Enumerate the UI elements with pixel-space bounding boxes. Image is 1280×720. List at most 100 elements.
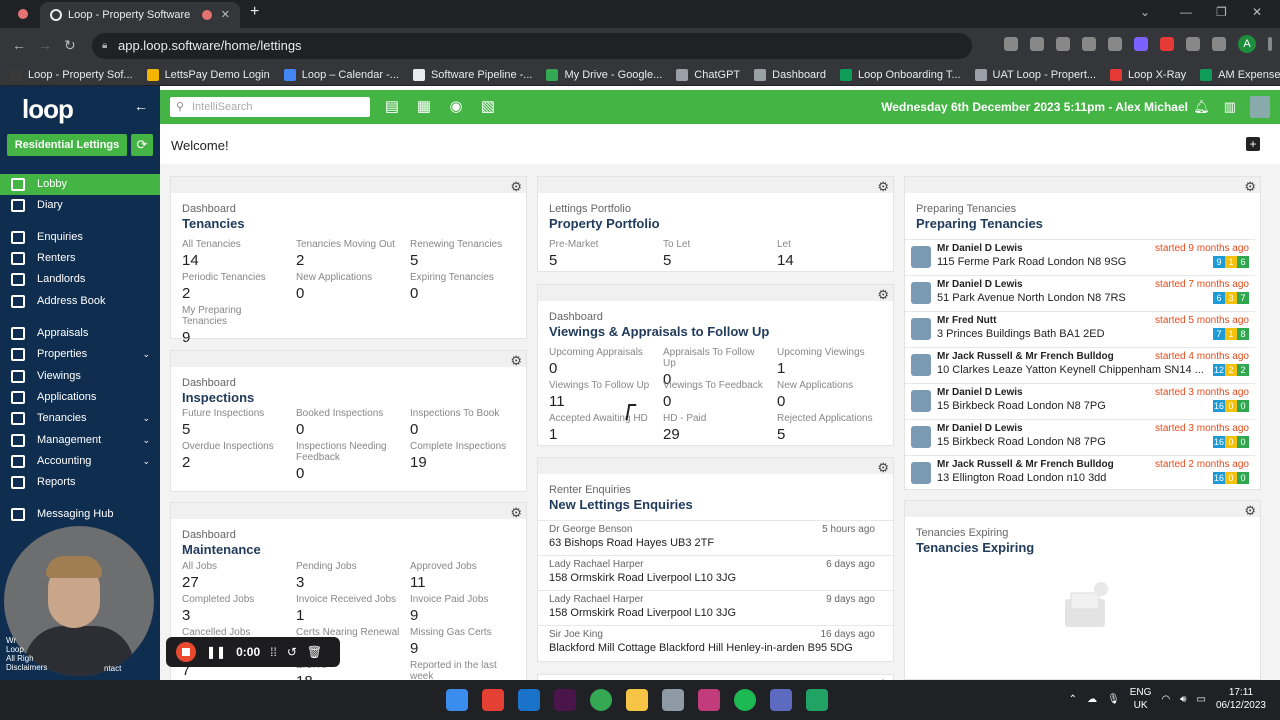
stat-item[interactable]: All Tenancies 14 xyxy=(182,239,286,269)
enquiry-row[interactable]: Lady Rachael Harper 158 Ormskirk Road Liv… xyxy=(538,555,893,589)
bookmark-item[interactable]: Loop - Property Sof... xyxy=(10,68,133,81)
sidebar-item-enquiries[interactable]: Enquiries xyxy=(0,227,160,248)
windows-start-icon[interactable] xyxy=(446,689,468,711)
app-icon[interactable] xyxy=(698,689,720,711)
minimize-icon[interactable]: — xyxy=(1180,5,1192,19)
spotify-icon[interactable] xyxy=(734,689,756,711)
sidebar-item-applications[interactable]: Applications xyxy=(0,387,160,408)
tab-search-icon[interactable]: ⌄ xyxy=(1140,5,1150,19)
battery-icon[interactable]: ▭ xyxy=(1196,694,1205,705)
reload-icon[interactable]: ↻ xyxy=(64,37,76,54)
chrome-icon[interactable] xyxy=(590,689,612,711)
stat-item[interactable]: Accepted Awaiting HD 1 xyxy=(549,413,653,443)
stat-item[interactable]: Upcoming Appraisals 0 xyxy=(549,347,653,377)
address-bar[interactable]: 🔒︎ app.loop.software/home/lettings xyxy=(92,33,972,59)
stat-item[interactable]: To Let 5 xyxy=(663,239,767,269)
add-widget-icon[interactable]: + xyxy=(1246,137,1260,151)
maximize-icon[interactable]: ❐ xyxy=(1216,5,1227,19)
widget-settings-gear-icon[interactable]: ⚙ xyxy=(877,287,889,303)
sidebar-item-messaging-hub[interactable]: Messaging Hub xyxy=(0,504,160,525)
stat-item[interactable]: Renewing Tenancies 5 xyxy=(410,239,514,269)
bookmark-item[interactable]: Dashboard xyxy=(754,68,826,81)
preparing-tenancy-row[interactable]: Mr Daniel D Lewis 51 Park Avenue North Lo… xyxy=(905,275,1255,311)
stat-item[interactable]: Complete Inspections 19 xyxy=(410,441,514,471)
sidebar-item-management[interactable]: Management ⌄ xyxy=(0,430,160,451)
share-icon[interactable] xyxy=(1082,37,1096,51)
chevron-down-icon[interactable]: ⌄ xyxy=(142,430,150,451)
install-icon[interactable] xyxy=(1030,37,1044,51)
sidebar-item-viewings[interactable]: Viewings xyxy=(0,366,160,387)
microphone-icon[interactable]: 🎙︎ xyxy=(1107,694,1120,705)
side-panel-icon[interactable] xyxy=(1212,37,1226,51)
stat-item[interactable]: HD - Paid 29 xyxy=(663,413,767,443)
bookmark-item[interactable]: UAT Loop - Propert... xyxy=(974,68,1096,81)
stat-item[interactable]: Overdue Inspections 2 xyxy=(182,441,286,471)
sidebar-item-accounting[interactable]: Accounting ⌄ xyxy=(0,451,160,472)
settings-icon[interactable] xyxy=(662,689,684,711)
remote-desktop-icon[interactable] xyxy=(770,689,792,711)
intellisearch-input[interactable]: ⚲ IntelliSearch xyxy=(170,97,370,117)
new-tab-button[interactable]: + xyxy=(250,3,259,21)
stat-item[interactable]: Reported in the last week xyxy=(410,660,514,680)
zoom-icon[interactable] xyxy=(1056,37,1070,51)
onedrive-icon[interactable]: ☁ xyxy=(1087,694,1097,705)
preparing-tenancy-row[interactable]: Mr Jack Russell & Mr French Bulldog 10 Cl… xyxy=(905,347,1255,383)
extensions-puzzle-icon[interactable] xyxy=(1186,37,1200,51)
stat-item[interactable]: Rejected Applications 5 xyxy=(777,413,881,443)
profile-avatar[interactable]: A xyxy=(1238,35,1256,53)
stat-item[interactable]: Invoice Received Jobs 1 xyxy=(296,594,400,624)
stat-item[interactable]: Approved Jobs 11 xyxy=(410,561,514,591)
chevron-down-icon[interactable]: ⌄ xyxy=(142,451,150,472)
stat-item[interactable]: My Preparing Tenancies 9 xyxy=(182,305,286,346)
browser-tab[interactable]: Loop - Property Software ✕ xyxy=(40,2,240,28)
user-avatar[interactable] xyxy=(1250,96,1270,118)
stat-item[interactable]: Completed Jobs 3 xyxy=(182,594,286,624)
volume-icon[interactable]: 🔊︎ xyxy=(1180,694,1186,705)
chevron-down-icon[interactable]: ⌄ xyxy=(142,344,150,365)
sidebar-item-lobby[interactable]: Lobby xyxy=(0,174,160,195)
sidebar-item-renters[interactable]: Renters xyxy=(0,248,160,269)
camera-icon[interactable] xyxy=(1004,37,1018,51)
slack-icon[interactable] xyxy=(554,689,576,711)
file-explorer-icon[interactable] xyxy=(626,689,648,711)
preparing-tenancy-row[interactable]: Mr Daniel D Lewis 115 Ferme Park Road Lon… xyxy=(905,239,1255,275)
bookmark-item[interactable]: Loop X-Ray xyxy=(1110,68,1186,81)
sidebar-item-reports[interactable]: Reports xyxy=(0,472,160,493)
stat-item[interactable]: Tenancies Moving Out 2 xyxy=(296,239,400,269)
widget-settings-gear-icon[interactable]: ⚙ xyxy=(877,179,889,195)
preparing-tenancy-row[interactable]: Mr Fred Nutt 3 Princes Buildings Bath BA1… xyxy=(905,311,1255,347)
extension-icon[interactable] xyxy=(1160,37,1174,51)
notes-icon[interactable] xyxy=(806,689,828,711)
stat-item[interactable]: New Applications 0 xyxy=(296,272,400,302)
forward-icon[interactable]: → xyxy=(38,37,52,53)
stat-item[interactable]: Invoice Paid Jobs 9 xyxy=(410,594,514,624)
enquiry-row[interactable]: Sir Joe King Blackford Mill Cottage Black… xyxy=(538,625,893,659)
wifi-icon[interactable]: ◠ xyxy=(1161,694,1170,705)
stat-item[interactable]: Pending Jobs 3 xyxy=(296,561,400,591)
sidebar-item-address-book[interactable]: Address Book xyxy=(0,291,160,312)
bookmark-item[interactable]: AM Expenses - Loo... xyxy=(1200,68,1280,81)
pause-icon[interactable]: ❚❚ xyxy=(206,645,226,659)
sidebar-item-diary[interactable]: Diary xyxy=(0,195,160,216)
enquiry-row[interactable]: Lady Rachael Harper 158 Ormskirk Road Liv… xyxy=(538,590,893,624)
stat-item[interactable]: Inspections To Book 0 xyxy=(410,408,514,438)
stat-item[interactable]: New Applications 0 xyxy=(777,380,881,410)
preparing-tenancy-row[interactable]: Mr Jack Russell & Mr French Bulldog 13 El… xyxy=(905,455,1255,491)
bookmark-item[interactable]: LettsPay Demo Login xyxy=(146,68,270,81)
restart-icon[interactable]: ↺ xyxy=(287,645,297,659)
widget-settings-gear-icon[interactable]: ⚙ xyxy=(510,179,522,195)
preparing-tenancy-row[interactable]: Mr Daniel D Lewis 15 Birkbeck Road London… xyxy=(905,383,1255,419)
sidebar-item-tenancies[interactable]: Tenancies ⌄ xyxy=(0,408,160,429)
widget-settings-gear-icon[interactable]: ⚙ xyxy=(510,505,522,521)
add-viewing-icon[interactable]: ◉ xyxy=(446,98,466,116)
close-window-icon[interactable]: ✕ xyxy=(1252,5,1262,19)
bookmark-item[interactable]: Loop Onboarding T... xyxy=(839,68,961,81)
stat-item[interactable]: All Jobs 27 xyxy=(182,561,286,591)
switch-mode-icon[interactable]: ⟳ xyxy=(131,134,153,156)
stat-item[interactable]: Pre-Market 5 xyxy=(549,239,653,269)
disclaimers-link[interactable]: Disclaimers xyxy=(6,663,47,672)
bookmark-item[interactable]: Software Pipeline -... xyxy=(412,68,532,81)
language-indicator[interactable]: ENG UK xyxy=(1130,686,1152,712)
tasks-clipboard-icon[interactable]: ▥ xyxy=(1224,99,1236,115)
extension-icon[interactable] xyxy=(1134,37,1148,51)
